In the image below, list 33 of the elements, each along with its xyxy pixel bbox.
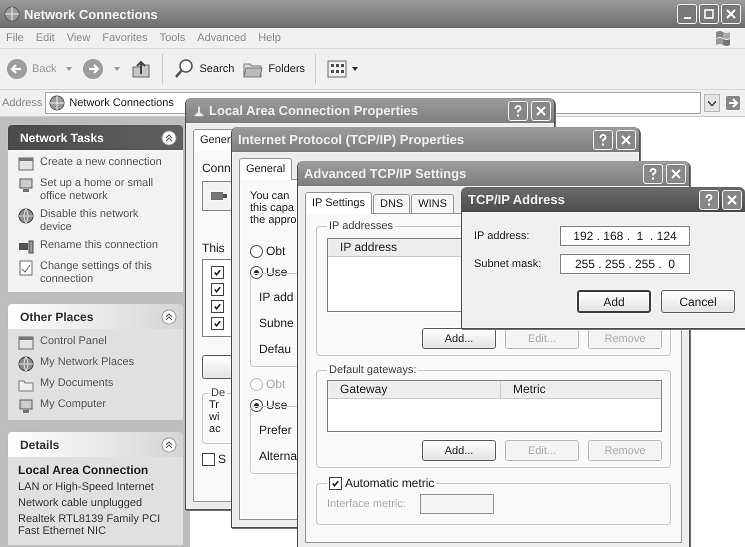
field-label: Subne	[259, 316, 294, 330]
field-label: Conn	[202, 161, 231, 175]
intro-text: this capa	[250, 202, 294, 214]
dialog-title: Internet Protocol (TCP/IP) Properties	[238, 132, 466, 147]
field-label: Subnet mask:	[474, 258, 542, 270]
field-label: Alterna	[259, 449, 298, 463]
intro-text: the appro	[250, 214, 296, 226]
window-title: Network Connections	[24, 6, 159, 22]
details-heading: Local Area Connection	[18, 463, 148, 477]
address-label: Address	[2, 97, 42, 109]
field-label: Prefer	[259, 423, 292, 437]
dialog-title: Local Area Connection Properties	[209, 103, 420, 118]
field-label: IP address:	[474, 230, 530, 242]
details-text: LAN or High-Speed Internet	[18, 481, 154, 493]
group-label: IP addresses	[328, 220, 394, 232]
field-label: Defau	[259, 342, 292, 356]
radio-label: Obt	[266, 377, 286, 391]
group-label: De	[210, 387, 226, 399]
checkbox-label: Automatic metric	[345, 476, 434, 490]
field-label: This	[202, 241, 225, 255]
field-label: IP add	[259, 290, 294, 304]
details-text: Network cable unplugged	[18, 497, 142, 509]
description-text: ac	[209, 423, 221, 435]
description-text: wi	[209, 411, 220, 423]
details-text: Realtek RTL8139 Family PCI Fast Ethernet NIC	[18, 513, 162, 537]
field-label: Interface metric:	[327, 498, 406, 510]
intro-text: You can	[250, 190, 290, 202]
group-label: Default gateways:	[328, 364, 418, 376]
description-text: Tr	[209, 399, 219, 411]
checkbox-label: S	[218, 452, 226, 466]
radio-label: Obt	[266, 244, 286, 258]
dialog-title: Advanced TCP/IP Settings	[304, 166, 468, 181]
dialog-title: TCP/IP Address	[468, 192, 566, 207]
